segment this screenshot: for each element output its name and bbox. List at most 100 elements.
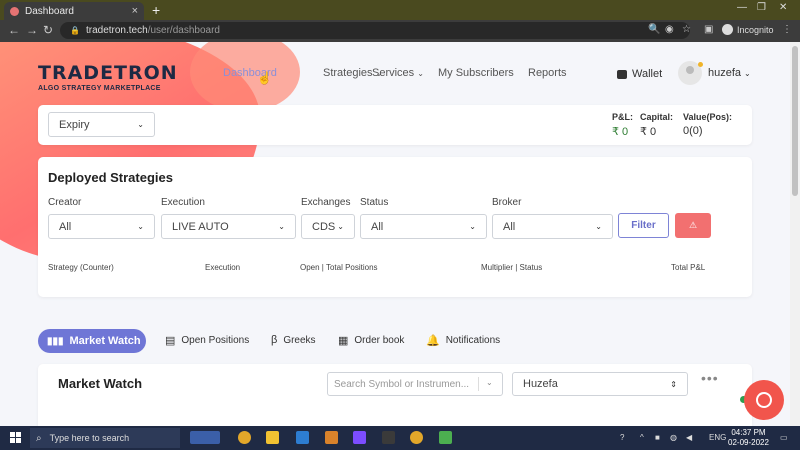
eye-off-icon[interactable]: ◉ bbox=[665, 24, 674, 35]
bell-icon: 🔔 bbox=[426, 335, 440, 347]
taskbar-clock[interactable]: 04:37 PM 02-09-2022 bbox=[728, 428, 769, 448]
new-tab-button[interactable]: + bbox=[152, 2, 160, 18]
pl-value: ₹ 0 bbox=[612, 126, 629, 138]
tray-chevron-icon[interactable]: ^ bbox=[640, 433, 644, 442]
chevron-down-icon: ⌄ bbox=[137, 120, 144, 129]
tab-close-icon[interactable]: × bbox=[132, 5, 138, 17]
tab-greeks[interactable]: β Greeks bbox=[271, 334, 316, 346]
address-bar[interactable]: 🔒 tradetron.tech/user/dashboard bbox=[60, 22, 690, 39]
reload-icon[interactable]: ↻ bbox=[43, 23, 53, 37]
chrome-icon[interactable] bbox=[410, 431, 423, 444]
exchanges-select[interactable]: CDS ⌄ bbox=[301, 214, 355, 239]
value-pos-label: Value(Pos): bbox=[683, 112, 733, 122]
chevron-down-icon: ⌄ bbox=[278, 222, 285, 231]
brand-tagline: ALGO STRATEGY MARKETPLACE bbox=[38, 85, 161, 92]
broker-select-value: All bbox=[503, 220, 516, 233]
username: huzefa bbox=[708, 67, 742, 79]
nav-reports[interactable]: Reports bbox=[528, 67, 567, 79]
nav-services-label: Services bbox=[372, 67, 415, 79]
windows-taskbar: ⌕ Type here to search ? ^ ■ ◍ ◀ ENG 04:3… bbox=[0, 426, 800, 450]
file-explorer-icon[interactable] bbox=[266, 431, 279, 444]
broker-select[interactable]: All ⌄ bbox=[492, 214, 613, 239]
tab-order-book[interactable]: ▦ Order book bbox=[338, 334, 404, 347]
wallet-icon bbox=[617, 69, 627, 79]
user-menu[interactable]: huzefa ⌄ bbox=[678, 61, 751, 85]
capital-value: ₹ 0 bbox=[640, 126, 657, 138]
chat-support-button[interactable] bbox=[744, 380, 784, 420]
back-icon[interactable]: ← bbox=[8, 23, 20, 37]
mouse-cursor-icon: ☝ bbox=[257, 71, 272, 85]
wallet-link[interactable]: Wallet bbox=[617, 68, 662, 80]
execution-select[interactable]: LIVE AUTO ⌄ bbox=[161, 214, 296, 239]
tab-greeks-label: Greeks bbox=[283, 334, 316, 346]
creator-label: Creator bbox=[48, 197, 82, 208]
tab-market-watch[interactable]: ▮▮▮ Market Watch bbox=[38, 329, 146, 353]
column-total-pl: Total P&L bbox=[671, 263, 706, 272]
menu-kebab-icon[interactable]: ⋮ bbox=[782, 24, 792, 35]
search-icon: ⌕ bbox=[36, 432, 42, 444]
symbol-search-input[interactable]: Search Symbol or Instrumen... ⌄ bbox=[327, 372, 503, 396]
zoom-icon[interactable]: 🔍 bbox=[648, 24, 660, 35]
browser-tab[interactable]: Dashboard × bbox=[4, 2, 144, 20]
chrome-icon[interactable] bbox=[238, 431, 251, 444]
value-pos-value: 0(0) bbox=[683, 125, 703, 137]
beta-icon: β bbox=[271, 334, 278, 346]
page-scrollbar[interactable] bbox=[790, 42, 800, 426]
url-host: tradetron.tech bbox=[85, 25, 148, 36]
minimize-icon[interactable]: — bbox=[737, 2, 747, 13]
news-widget-icon[interactable] bbox=[190, 431, 220, 444]
chat-icon bbox=[756, 392, 772, 408]
scrollbar-thumb[interactable] bbox=[792, 46, 798, 196]
chevron-down-icon: ⌄ bbox=[469, 222, 476, 231]
watchlist-select[interactable]: Huzefa ⇕ bbox=[512, 372, 688, 396]
clock-time: 04:37 PM bbox=[731, 428, 766, 437]
more-options-icon[interactable]: ••• bbox=[701, 370, 719, 386]
speaker-icon[interactable]: ◀ bbox=[686, 433, 692, 442]
taskbar-search[interactable]: ⌕ Type here to search bbox=[30, 428, 180, 448]
tab-open-positions[interactable]: ▤ Open Positions bbox=[165, 334, 249, 347]
app-icon[interactable] bbox=[325, 431, 338, 444]
lock-icon: 🔒 bbox=[70, 26, 80, 35]
incognito-badge[interactable]: Incognito bbox=[722, 24, 774, 35]
clear-filter-button[interactable]: ⚠ bbox=[675, 213, 711, 238]
app-icon[interactable] bbox=[296, 431, 309, 444]
execution-label: Execution bbox=[161, 197, 205, 208]
warning-icon: ⚠ bbox=[688, 220, 698, 230]
windows-start-icon[interactable] bbox=[10, 432, 21, 443]
broker-label: Broker bbox=[492, 197, 522, 208]
exchanges-select-value: CDS bbox=[312, 220, 336, 233]
nav-subscribers-label: My Subscribers bbox=[438, 67, 514, 79]
bookmark-star-icon[interactable]: ☆ bbox=[682, 24, 691, 35]
avatar bbox=[678, 61, 703, 85]
app-icon[interactable] bbox=[439, 431, 452, 444]
nav-subscribers[interactable]: My Subscribers bbox=[438, 67, 514, 79]
slack-icon[interactable] bbox=[353, 431, 366, 444]
help-icon[interactable]: ? bbox=[620, 433, 624, 442]
app-icon[interactable] bbox=[382, 431, 395, 444]
network-icon[interactable]: ◍ bbox=[670, 433, 677, 442]
language-indicator[interactable]: ENG bbox=[709, 433, 726, 442]
creator-select[interactable]: All ⌄ bbox=[48, 214, 155, 239]
nav-services[interactable]: Services ⌄ bbox=[372, 67, 424, 79]
wallet-label: Wallet bbox=[632, 68, 663, 80]
antivirus-icon[interactable]: ■ bbox=[655, 433, 660, 442]
tab-title: Dashboard bbox=[25, 5, 74, 17]
side-panel-icon[interactable]: ▣ bbox=[704, 24, 713, 35]
filter-button[interactable]: Filter bbox=[618, 213, 669, 238]
page: TRADETRON ALGO STRATEGY MARKETPLACE Dash… bbox=[0, 42, 790, 426]
expiry-select-value: Expiry bbox=[59, 118, 90, 131]
tab-notifications[interactable]: 🔔 Notifications bbox=[426, 334, 500, 347]
status-select[interactable]: All ⌄ bbox=[360, 214, 487, 239]
forward-icon[interactable]: → bbox=[26, 23, 38, 37]
deployed-strategies-title: Deployed Strategies bbox=[48, 170, 173, 185]
notification-center-icon[interactable]: ▭ bbox=[780, 433, 788, 442]
brand-name: TRADETRON bbox=[38, 62, 178, 84]
close-window-icon[interactable]: ✕ bbox=[779, 2, 787, 13]
brand-logo[interactable]: TRADETRON ALGO STRATEGY MARKETPLACE bbox=[38, 62, 178, 92]
pl-label: P&L: bbox=[612, 112, 633, 122]
expiry-select[interactable]: Expiry ⌄ bbox=[48, 112, 155, 137]
status-select-value: All bbox=[371, 220, 384, 233]
incognito-label: Incognito bbox=[737, 24, 774, 35]
maximize-icon[interactable]: ❐ bbox=[757, 2, 766, 13]
creator-select-value: All bbox=[59, 220, 72, 233]
